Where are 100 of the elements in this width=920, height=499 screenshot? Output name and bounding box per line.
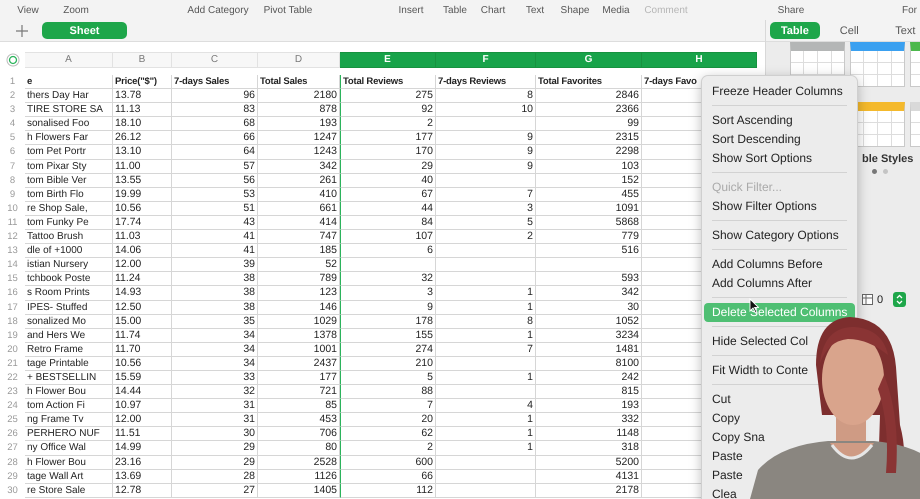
row-number: 4 bbox=[8, 117, 16, 132]
menu-item[interactable]: Sort Descending bbox=[704, 130, 803, 149]
table-cell: 2315 bbox=[536, 131, 642, 146]
table-cell: 2 bbox=[340, 117, 436, 132]
table-cell: 185 bbox=[258, 244, 340, 258]
table-cell: 747 bbox=[258, 230, 340, 244]
menu-item[interactable]: Paste bbox=[704, 447, 745, 466]
toolbar-button[interactable]: Share bbox=[771, 4, 811, 16]
table-cell: 1052 bbox=[536, 314, 642, 329]
menu-item[interactable]: Sort Ascending bbox=[704, 111, 795, 130]
row-number: 16 bbox=[6, 286, 19, 300]
toolbar-button[interactable]: Chart bbox=[476, 4, 510, 16]
table-cell: tom Pixar Sty bbox=[25, 160, 113, 174]
table-cell: 32 bbox=[172, 385, 258, 400]
menu-item[interactable]: Hide Selected Col bbox=[704, 332, 810, 351]
table-cell: 1029 bbox=[258, 314, 340, 329]
page-dot[interactable] bbox=[883, 169, 888, 174]
stepper-button[interactable] bbox=[893, 292, 906, 307]
number-field[interactable]: 0 bbox=[877, 294, 889, 306]
inspector-tab[interactable]: Text bbox=[890, 22, 920, 39]
table-cell: 177 bbox=[258, 370, 340, 386]
menu-item[interactable]: Cut bbox=[704, 390, 733, 409]
table-cell: 29 bbox=[340, 160, 436, 174]
table-cell: IPES- Stuffed bbox=[25, 300, 113, 315]
toolbar-button[interactable]: Media bbox=[598, 4, 634, 16]
row-number: 9 bbox=[8, 188, 16, 202]
table-cell: 123 bbox=[258, 286, 340, 300]
menu-item[interactable]: Add Columns Before bbox=[704, 255, 825, 274]
table-cell: 2180 bbox=[258, 89, 340, 104]
add-sheet-icon[interactable] bbox=[16, 24, 28, 36]
header-cell: Price("$") bbox=[113, 75, 172, 90]
table-cell: 10.97 bbox=[113, 399, 172, 414]
toolbar-button[interactable]: Pivot Table bbox=[258, 4, 318, 16]
table-cell: 112 bbox=[340, 484, 436, 498]
table-cell: 13.10 bbox=[113, 145, 172, 160]
table-cell: istian Nursery bbox=[25, 258, 113, 272]
table-cell: sonalised Foo bbox=[25, 117, 113, 132]
table-cell: 8100 bbox=[536, 356, 642, 371]
menu-item[interactable]: Show Filter Options bbox=[704, 197, 819, 216]
row-number: 29 bbox=[6, 470, 19, 484]
row-number: 25 bbox=[6, 413, 19, 428]
table-cell: Retro Frame bbox=[25, 342, 113, 357]
table-cell: 30 bbox=[536, 300, 642, 315]
table-cell: 11.00 bbox=[113, 160, 172, 174]
table-cell: 44 bbox=[340, 202, 436, 216]
toolbar-button[interactable]: View bbox=[8, 4, 48, 16]
table-cell: 2437 bbox=[258, 356, 340, 371]
table-cell: + BESTSELLIN bbox=[25, 370, 113, 386]
toolbar-button[interactable]: For bbox=[902, 4, 920, 16]
table-cell: 9 bbox=[436, 160, 536, 174]
table-cell: 516 bbox=[536, 244, 642, 258]
menu-item[interactable]: Copy bbox=[704, 409, 742, 428]
table-cell: 17.74 bbox=[113, 216, 172, 230]
row-number: 7 bbox=[8, 160, 16, 174]
table-cell: ny Office Wal bbox=[25, 441, 113, 456]
menu-item[interactable]: Show Category Options bbox=[704, 226, 841, 245]
column-header[interactable]: A bbox=[25, 52, 113, 68]
toolbar-button[interactable]: Zoom bbox=[56, 4, 96, 16]
table-cell: 178 bbox=[340, 314, 436, 329]
table-cell: 1378 bbox=[258, 328, 340, 343]
toolbar-button[interactable]: Text bbox=[520, 4, 550, 16]
menu-item[interactable]: Paste bbox=[704, 466, 745, 485]
table-cell: 68 bbox=[172, 117, 258, 132]
menu-item[interactable]: Clea bbox=[704, 485, 739, 499]
table-cell: 18.10 bbox=[113, 117, 172, 132]
table-cell: 99 bbox=[536, 117, 642, 132]
table-cell: 5 bbox=[436, 216, 536, 230]
column-header[interactable]: D bbox=[258, 52, 340, 68]
table-cell: 1 bbox=[436, 441, 536, 456]
table-cell: re Store Sale bbox=[25, 484, 113, 498]
toolbar-button[interactable]: Table bbox=[438, 4, 472, 16]
row-number: 10 bbox=[6, 202, 19, 216]
column-header[interactable]: B bbox=[113, 52, 172, 68]
row-number: 12 bbox=[6, 230, 19, 244]
row-number: 11 bbox=[6, 216, 18, 230]
table-cell: 706 bbox=[258, 427, 340, 442]
row-number: 15 bbox=[6, 272, 19, 286]
table-cell: 26.12 bbox=[113, 131, 172, 146]
toolbar-button[interactable]: Shape bbox=[557, 4, 593, 16]
row-number: 14 bbox=[6, 258, 19, 272]
toolbar-button[interactable]: Add Category bbox=[183, 4, 253, 16]
column-header[interactable]: C bbox=[172, 52, 258, 68]
table-cell: thers Day Har bbox=[25, 89, 113, 104]
menu-item[interactable]: Add Columns After bbox=[704, 274, 814, 293]
menu-item[interactable]: Show Sort Options bbox=[704, 149, 814, 168]
table-cell: 51 bbox=[172, 202, 258, 216]
table-cell: ng Frame Tv bbox=[25, 413, 113, 428]
table-cell: 10.56 bbox=[113, 356, 172, 371]
menu-item[interactable]: Copy Sna bbox=[704, 428, 767, 447]
table-cell: tchbook Poste bbox=[25, 272, 113, 286]
table-style-thumbnail[interactable] bbox=[850, 42, 905, 87]
toolbar-button[interactable]: Insert bbox=[393, 4, 429, 16]
table-cell: 11.74 bbox=[113, 328, 172, 343]
ring-icon[interactable] bbox=[6, 53, 20, 67]
table-cell: 2 bbox=[436, 230, 536, 244]
page-dot[interactable] bbox=[872, 169, 877, 174]
row-number: 2 bbox=[8, 89, 16, 104]
inspector-tab[interactable]: Cell bbox=[830, 22, 869, 39]
chevron-icon bbox=[896, 294, 903, 305]
menu-item[interactable]: Fit Width to Conte bbox=[704, 361, 810, 380]
